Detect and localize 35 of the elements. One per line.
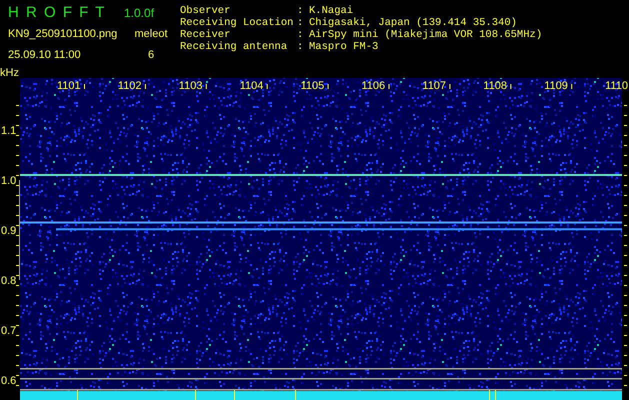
- axis-label: 0.8: [1, 275, 16, 287]
- frequency-label: 1101: [57, 80, 81, 92]
- axis-label: 0.6: [1, 375, 16, 387]
- file-name: KN9_2509101100.png: [8, 27, 118, 42]
- info-label: Observer: [180, 5, 230, 17]
- info-label: Receiver: [180, 29, 230, 41]
- app-title: H R O F F T: [8, 4, 104, 22]
- separator: :: [297, 5, 304, 17]
- separator: :: [297, 41, 304, 53]
- separator: :: [297, 29, 304, 41]
- info-value: K.Nagai: [309, 5, 354, 17]
- frequency-label: 1106: [362, 80, 386, 92]
- frequency-label: 1105: [300, 80, 324, 92]
- axis-label: 0.9: [1, 225, 16, 237]
- version-label: 1.0.0f: [124, 5, 156, 22]
- frequency-label: 1110: [605, 80, 628, 92]
- unit-label: kHz: [0, 67, 19, 79]
- axis-label: 0.7: [1, 325, 16, 337]
- frequency-label: 1102: [118, 80, 142, 92]
- info-value: Chigasaki, Japan (139.414 35.340): [309, 17, 517, 29]
- info-label: Receiving antenna: [180, 41, 288, 53]
- frequency-label: 1107: [422, 80, 446, 92]
- timestamp: 25.09.10 11:00: [8, 48, 82, 62]
- info-label: Receiving Location: [180, 17, 294, 29]
- count-value: 6: [148, 48, 154, 60]
- info-value: Maspro FM-3: [309, 41, 378, 53]
- count-label: meleot: [134, 28, 168, 40]
- axis-label: 1.0: [1, 175, 16, 187]
- frequency-label: 1104: [240, 80, 264, 92]
- frequency-label: 1103: [178, 80, 202, 92]
- separator: :: [297, 17, 304, 29]
- frequency-label: 1109: [544, 80, 568, 92]
- frequency-label: 1108: [483, 80, 507, 92]
- info-value: AirSpy mini (Miakejima VOR 108.65MHz): [309, 29, 542, 41]
- axis-label: 1.1: [1, 125, 16, 137]
